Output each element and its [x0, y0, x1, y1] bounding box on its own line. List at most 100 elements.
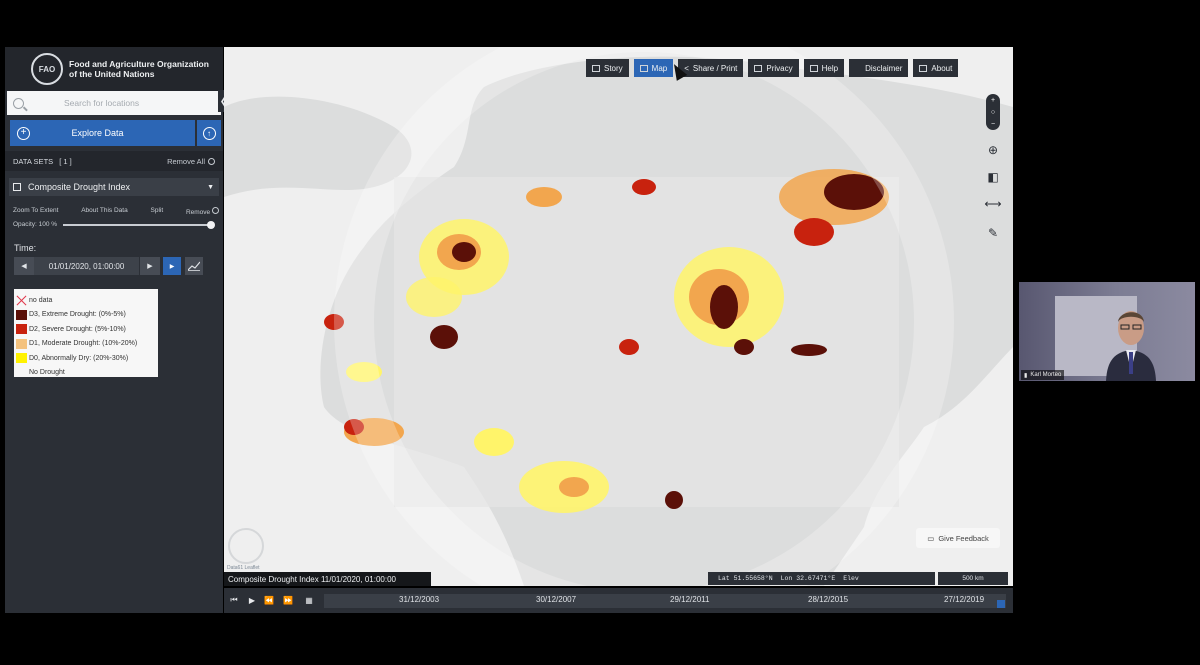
datasets-title: DATA SETS [ 1 ]	[13, 157, 72, 166]
fao-logo-icon: FAO	[31, 53, 63, 85]
time-value[interactable]: 01/01/2020, 01:00:00	[34, 257, 139, 275]
search-input[interactable]	[64, 98, 214, 108]
disclaimer-label: Disclaimer	[865, 63, 903, 73]
upload-icon: ↑	[202, 126, 216, 140]
remove-all-button[interactable]: Remove All	[167, 157, 215, 166]
play-icon[interactable]: ▶	[245, 593, 259, 607]
timeline-bar: ⏮ ▶ ⏪ ⏩ ▦ 31/12/2003 30/12/2007 29/12/20…	[224, 588, 1013, 613]
timeline-label: 29/12/2011	[670, 595, 710, 604]
about-label: About	[931, 63, 953, 73]
split-screen-icon[interactable]: ◧	[984, 168, 1002, 186]
elevation-readout: Elev	[843, 575, 859, 582]
legend-item: D2, Severe Drought: (5%-10%)	[16, 322, 158, 337]
opacity-slider-thumb[interactable]	[207, 220, 216, 229]
search-box[interactable]	[7, 91, 221, 115]
top-toolbar: Story Map < Share / Print Privacy Help Di…	[586, 59, 959, 77]
org-header: FAO Food and Agriculture Organization of…	[5, 47, 223, 91]
map-settings-button[interactable]: Map	[633, 59, 674, 77]
timeline-label: 27/12/2019	[944, 595, 985, 604]
legend-item: No Drought	[16, 366, 158, 381]
pen-icon[interactable]: ✎	[984, 224, 1002, 242]
opacity-label: Opacity: 100 %	[13, 221, 58, 228]
legend-swatch	[16, 324, 27, 335]
story-label: Story	[604, 63, 623, 73]
timeline-label: 30/12/2007	[536, 595, 577, 604]
scale-bar: 500 km	[938, 572, 1008, 585]
calendar-icon[interactable]: ▦	[302, 593, 316, 607]
coordinates-readout: Lat 51.55658°N Lon 32.67471°E Elev	[708, 572, 935, 585]
share-print-button[interactable]: < Share / Print	[678, 59, 744, 77]
layer-time-caption: Composite Drought Index 11/01/2020, 01:0…	[224, 572, 431, 586]
org-name: Food and Agriculture Organization of the…	[69, 59, 209, 79]
org-name-line1: Food and Agriculture Organization	[69, 59, 209, 69]
story-button[interactable]: Story	[586, 59, 629, 77]
zoom-out-icon[interactable]: −	[991, 121, 995, 128]
participant-name-tag: ▮ Karl Morteo	[1021, 370, 1065, 380]
legend-label: no data	[29, 296, 53, 304]
upload-button[interactable]: ↑	[197, 120, 221, 146]
share-print-label: Share / Print	[692, 63, 738, 73]
legend-item: D3, Extreme Drought: (0%-5%)	[16, 308, 158, 323]
layer-name: Composite Drought Index	[28, 182, 131, 192]
zoom-control[interactable]: + ○ −	[986, 94, 1000, 130]
timeline-label: 31/12/2003	[399, 595, 440, 604]
time-previous-button[interactable]: ◀	[14, 257, 34, 275]
my-location-icon[interactable]: ⊕	[984, 141, 1002, 159]
screen-share-stage: FAO Food and Agriculture Organization of…	[0, 0, 1200, 665]
latitude-readout: Lat 51.55658°N	[718, 575, 773, 582]
remove-link[interactable]: Remove	[186, 207, 219, 216]
opacity-control: Opacity: 100 %	[13, 220, 219, 229]
give-feedback-button[interactable]: ▭ Give Feedback	[916, 528, 1000, 548]
about-this-data-link[interactable]: About This Data	[81, 207, 128, 216]
privacy-label: Privacy	[766, 63, 793, 73]
legend: no data D3, Extreme Drought: (0%-5%) D2,…	[14, 289, 158, 377]
rewind-icon[interactable]: ⏪	[262, 593, 276, 607]
time-next-button[interactable]: ▶	[140, 257, 160, 275]
zoom-in-icon[interactable]: +	[991, 97, 995, 104]
legend-item: D1, Moderate Drought: (10%-20%)	[16, 337, 158, 352]
participant-video-tile[interactable]: ▮ Karl Morteo	[1019, 282, 1195, 381]
remove-all-label: Remove All	[167, 156, 205, 166]
layer-actions: Zoom To Extent About This Data Split Rem…	[13, 207, 219, 216]
sidebar-panel: FAO Food and Agriculture Organization of…	[5, 47, 223, 613]
remove-circle-icon	[211, 207, 219, 214]
measure-tool-icon[interactable]: ⟷	[984, 195, 1002, 213]
legend-swatch-empty	[16, 368, 27, 378]
skip-start-icon[interactable]: ⏮	[227, 593, 241, 607]
zoom-reset-icon[interactable]: ○	[991, 109, 995, 116]
layer-header[interactable]: Composite Drought Index ▼	[9, 178, 219, 196]
external-link-icon	[919, 64, 928, 72]
help-button[interactable]: Help	[803, 59, 845, 77]
layer-visibility-checkbox[interactable]	[13, 183, 21, 191]
map-view[interactable]: Data61 Leaflet Story Map < Share / Print …	[224, 47, 1013, 586]
zoom-to-extent-link[interactable]: Zoom To Extent	[13, 207, 58, 216]
signal-icon: ▮	[1024, 372, 1028, 379]
play-animation-button[interactable]: ▶	[163, 257, 181, 275]
search-icon	[13, 97, 24, 109]
disclaimer-button[interactable]: Disclaimer	[849, 59, 909, 77]
feedback-icon: ▭	[927, 533, 935, 543]
map-attribution[interactable]: Data61 Leaflet	[227, 565, 260, 571]
opacity-slider[interactable]	[63, 220, 216, 229]
help-label: Help	[821, 63, 839, 73]
give-feedback-label: Give Feedback	[938, 533, 989, 543]
fao-watermark-icon	[228, 528, 264, 564]
time-label: Time:	[14, 243, 37, 253]
legend-label: D2, Severe Drought: (5%-10%)	[29, 325, 126, 333]
about-button[interactable]: About	[913, 59, 959, 77]
legend-swatch	[16, 309, 27, 320]
privacy-button[interactable]: Privacy	[748, 59, 799, 77]
timeline-handle[interactable]	[997, 600, 1005, 608]
explore-data-button[interactable]: + Explore Data	[10, 120, 195, 146]
legend-item: no data	[16, 293, 158, 308]
caret-down-icon[interactable]: ▼	[207, 184, 214, 191]
split-link[interactable]: Split	[151, 207, 164, 216]
external-link-icon	[754, 64, 763, 72]
drought-map[interactable]	[224, 47, 1013, 586]
chart-button[interactable]	[185, 257, 203, 275]
legend-label: D0, Abnormally Dry: (20%-30%)	[29, 354, 129, 362]
remove-label: Remove	[185, 209, 211, 216]
timeline-label: 28/12/2015	[808, 595, 849, 604]
fast-forward-icon[interactable]: ⏩	[281, 593, 295, 607]
map-icon	[639, 64, 648, 72]
